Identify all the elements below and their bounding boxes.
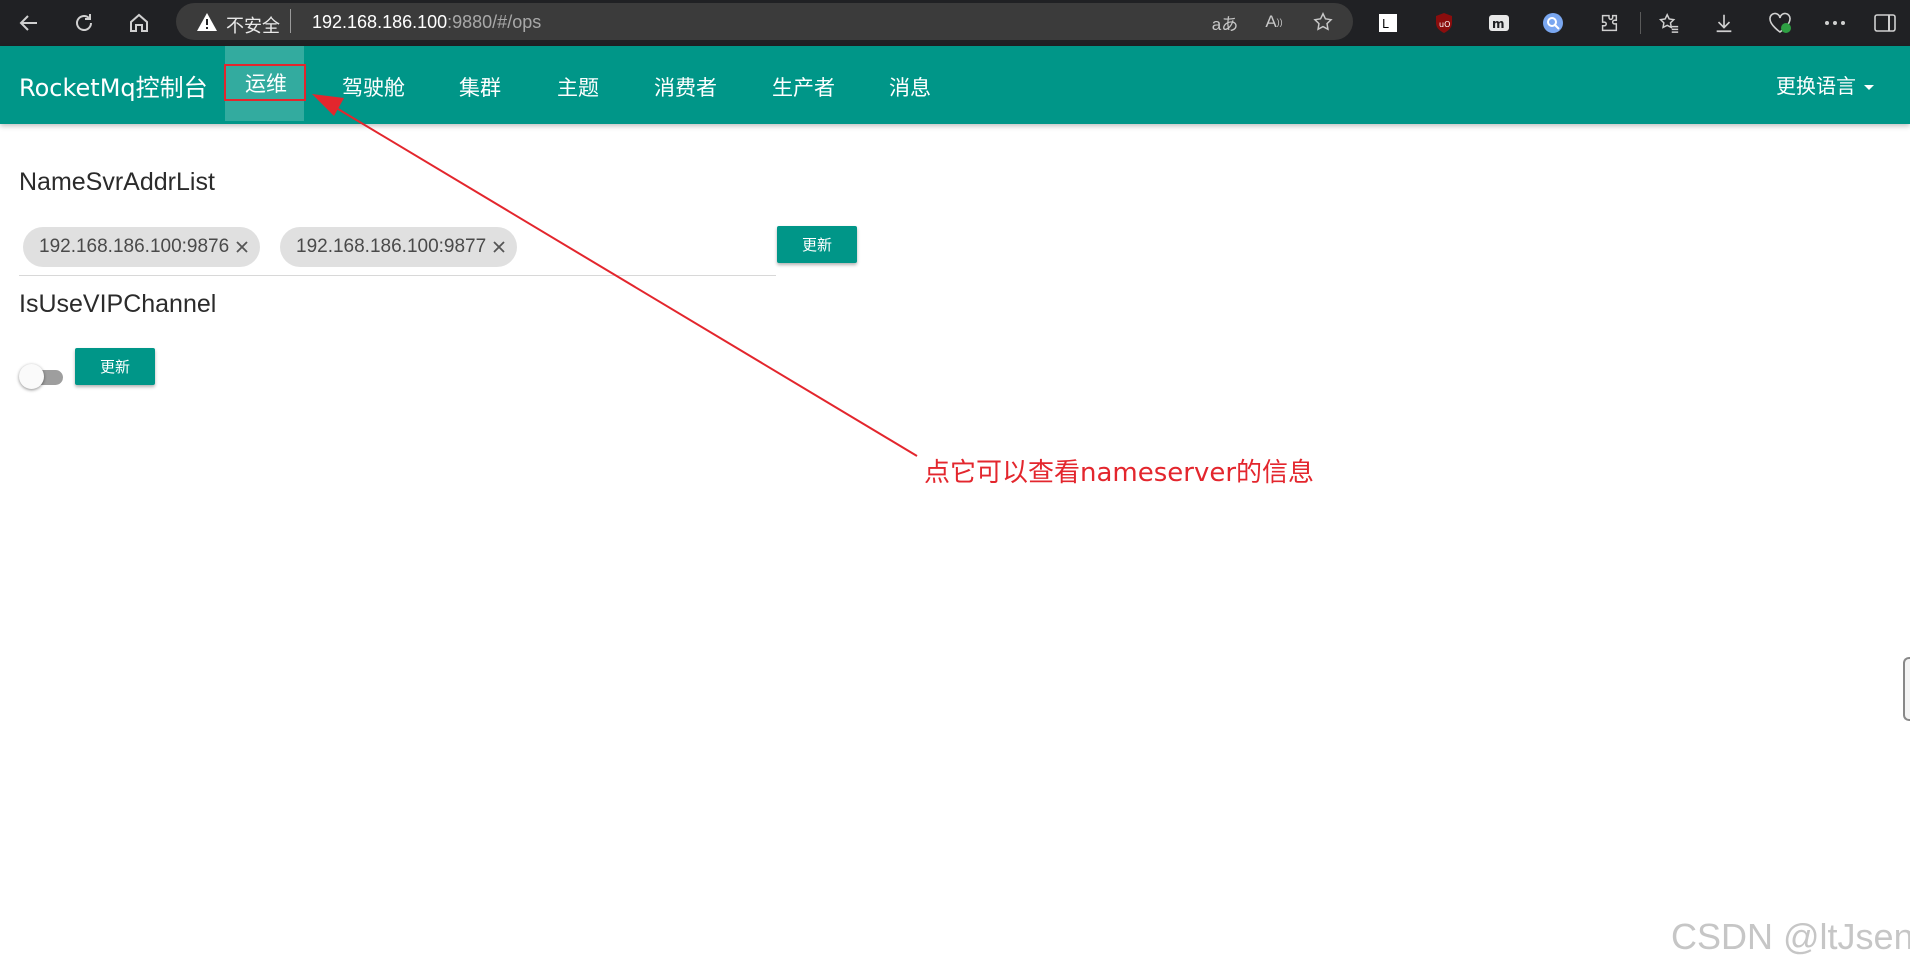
side-panel-handle[interactable] (1903, 657, 1910, 721)
annotation-text: 点它可以查看nameserver的信息 (924, 458, 1315, 488)
watermark: CSDN @ltJsen (1671, 916, 1910, 957)
